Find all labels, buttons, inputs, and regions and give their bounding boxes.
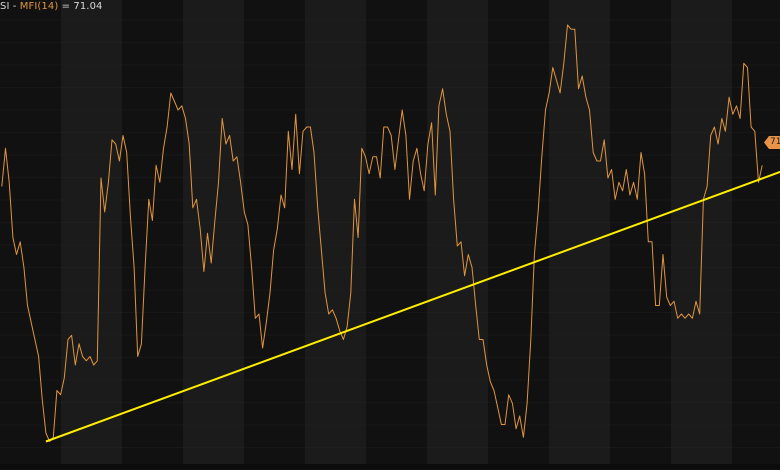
horizontal-gridlines xyxy=(0,19,780,470)
mfi-chart xyxy=(0,0,780,470)
background-bands xyxy=(0,0,780,464)
background-band xyxy=(671,0,732,464)
background-band xyxy=(366,0,427,464)
background-band xyxy=(427,0,488,464)
header-prefix: SI - xyxy=(0,1,20,12)
header-indicator: MFI(14) xyxy=(19,1,59,12)
background-band xyxy=(61,0,122,464)
background-band xyxy=(305,0,366,464)
background-band xyxy=(244,0,305,464)
chart-header: SI - MFI(14) = 71.04 xyxy=(0,1,103,12)
background-band xyxy=(488,0,549,464)
header-separator: = xyxy=(58,1,74,12)
background-band xyxy=(0,0,61,464)
background-band xyxy=(732,0,780,464)
header-value: 71.04 xyxy=(73,1,103,12)
background-band xyxy=(549,0,610,464)
